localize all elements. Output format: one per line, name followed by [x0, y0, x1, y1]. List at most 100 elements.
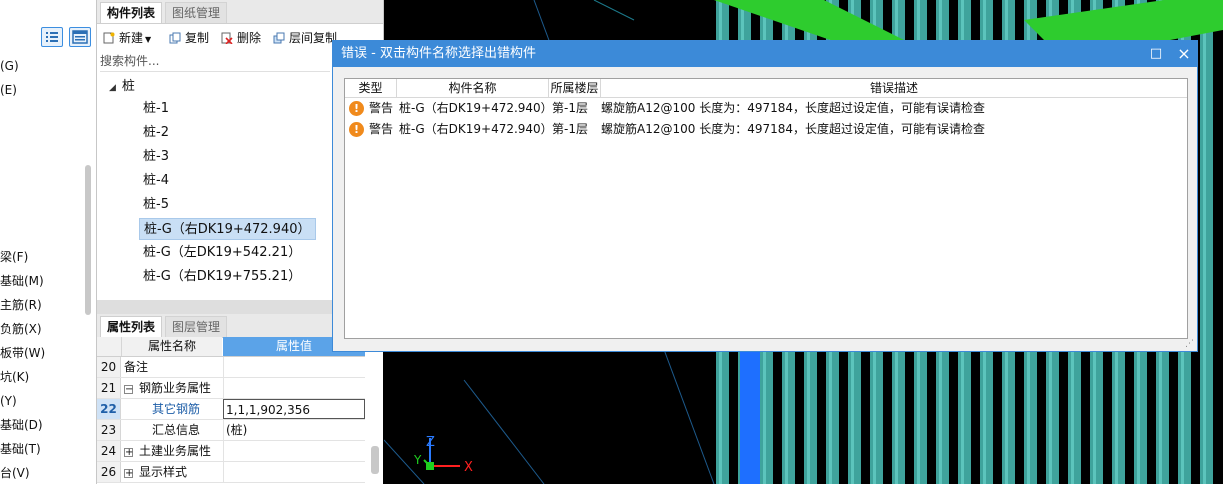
axis-origin	[426, 462, 434, 470]
close-button[interactable]: ×	[1175, 45, 1193, 63]
tree-item[interactable]: 桩-G（右DK19+755.21）	[143, 266, 301, 288]
dropdown-arrow-icon: ▼	[145, 35, 152, 44]
row-number: 26	[97, 462, 121, 482]
nav-item[interactable]: 基础(T)	[0, 439, 41, 459]
resize-grip-icon[interactable]: ⋰	[1185, 339, 1195, 349]
nav-item[interactable]: 基础(M)	[0, 271, 44, 291]
nav-item[interactable]: 坑(K)	[0, 367, 29, 387]
nav-item[interactable]: 主筋(R)	[0, 295, 42, 315]
tree-item[interactable]: 桩-4	[143, 170, 169, 192]
row-number: 23	[97, 420, 121, 440]
nav-item[interactable]: (E)	[0, 80, 17, 100]
component-search-input[interactable]: 搜索构件...	[100, 52, 330, 72]
tree-item[interactable]: 桩-3	[143, 146, 169, 168]
copy-icon	[169, 32, 181, 44]
collapse-toggle-icon[interactable]: −	[124, 385, 133, 395]
error-description: 螺旋筋A12@100 长度为：497184，长度超过设定值，可能有误请检查	[601, 122, 986, 136]
property-name: 备注	[124, 360, 149, 374]
column-header-floor[interactable]: 所属楼层	[549, 79, 601, 97]
warning-icon: !	[349, 101, 364, 116]
property-row[interactable]: 24 + 土建业务属性	[97, 441, 365, 462]
column-header-component[interactable]: 构件名称	[397, 79, 549, 97]
nav-item[interactable]: (G)	[0, 56, 19, 76]
grid-line	[463, 379, 545, 484]
axis-gizmo: Z X Y	[413, 435, 473, 475]
property-row-selected[interactable]: 22 其它钢筋 1,1,1,902,356	[97, 399, 365, 420]
nav-item[interactable]: 板带(W)	[0, 343, 45, 363]
property-value[interactable]: (桩)	[223, 420, 365, 440]
tab-layer-management[interactable]: 图层管理	[165, 316, 228, 337]
property-value[interactable]	[223, 357, 365, 377]
delete-button[interactable]: 删除	[221, 29, 261, 47]
property-row[interactable]: 21 − 钢筋业务属性	[97, 378, 365, 399]
error-component[interactable]: 桩-G（右DK19+472.940）	[399, 119, 553, 140]
maximize-icon: □	[1149, 46, 1163, 61]
copy-button[interactable]: 复制	[169, 29, 209, 47]
copy-label: 复制	[185, 31, 210, 45]
property-name-header[interactable]: 属性名称	[122, 337, 222, 356]
list-view-button[interactable]	[41, 27, 63, 47]
close-icon: ×	[1177, 44, 1191, 63]
error-component[interactable]: 桩-G（右DK19+472.940）	[399, 98, 553, 119]
detail-view-button[interactable]	[69, 27, 91, 47]
nav-item[interactable]: 基础(D)	[0, 415, 43, 435]
expand-toggle-icon[interactable]: +	[124, 448, 133, 458]
dialog-titlebar[interactable]: 错误 - 双击构件名称选择出错构件 □ ×	[333, 41, 1197, 67]
property-table-header: 属性名称 属性值	[97, 337, 365, 357]
property-row[interactable]: 20 备注	[97, 357, 365, 378]
delete-label: 删除	[237, 31, 262, 45]
property-value[interactable]	[223, 462, 365, 482]
pile-highlight	[1203, 0, 1206, 484]
detail-view-icon	[72, 30, 88, 44]
property-row[interactable]: 23 汇总信息 (桩)	[97, 420, 365, 441]
property-name: 钢筋业务属性	[139, 381, 212, 395]
tab-drawing-management[interactable]: 图纸管理	[165, 2, 228, 23]
nav-item[interactable]: 负筋(X)	[0, 319, 42, 339]
row-number: 22	[97, 399, 121, 419]
tree-item[interactable]: 桩-G（左DK19+542.21）	[143, 242, 301, 264]
tree-root-label: 桩	[121, 79, 135, 94]
new-label: 新建	[119, 31, 144, 45]
collapse-arrow-icon: ◢	[109, 83, 116, 93]
pile-column	[1200, 0, 1213, 484]
property-value-input[interactable]: 1,1,1,902,356	[223, 399, 365, 419]
tab-property-list[interactable]: 属性列表	[100, 316, 163, 337]
warning-icon: !	[349, 122, 364, 137]
error-list[interactable]: 类型 构件名称 所属楼层 错误描述 ! 警告 桩-G（右DK19+472.940…	[344, 78, 1188, 339]
new-icon	[103, 32, 115, 44]
error-floor: 第-1层	[552, 122, 588, 136]
expand-toggle-icon[interactable]: +	[124, 469, 133, 479]
nav-item[interactable]: (Y)	[0, 391, 17, 411]
dialog-title: 错误 - 双击构件名称选择出错构件	[341, 46, 536, 61]
maximize-button[interactable]: □	[1147, 45, 1165, 63]
list-view-icon	[46, 32, 58, 42]
floor-copy-button[interactable]: 层间复制	[273, 29, 337, 47]
column-header-type[interactable]: 类型	[345, 79, 397, 97]
property-row[interactable]: 26 + 显示样式	[97, 462, 365, 483]
property-name: 土建业务属性	[139, 444, 212, 458]
row-number: 24	[97, 441, 121, 461]
error-type: 警告	[369, 101, 394, 115]
tree-item[interactable]: 桩-1	[143, 98, 169, 120]
tree-item-selected[interactable]: 桩-G（右DK19+472.940）	[139, 218, 316, 240]
nav-item[interactable]: 台(V)	[0, 463, 30, 483]
tree-item[interactable]: 桩-5	[143, 194, 169, 216]
property-value[interactable]	[223, 378, 365, 398]
tree-item[interactable]: 桩-2	[143, 122, 169, 144]
property-scrollbar[interactable]	[371, 446, 379, 474]
error-row[interactable]: ! 警告 桩-G（右DK19+472.940） 第-1层 螺旋筋A12@100 …	[345, 119, 1187, 140]
error-dialog: 错误 - 双击构件名称选择出错构件 □ × 类型 构件名称 所属楼层 错误描述 …	[332, 40, 1198, 352]
nav-item[interactable]: 梁(F)	[0, 247, 28, 267]
property-name: 其它钢筋	[152, 402, 201, 416]
left-nav-panel: (G) (E) 梁(F) 基础(M) 主筋(R) 负筋(X) 板带(W) 坑(K…	[0, 0, 97, 484]
tree-root-pile[interactable]: ◢ 桩	[109, 76, 135, 98]
error-list-header: 类型 构件名称 所属楼层 错误描述	[345, 79, 1187, 98]
tab-component-list[interactable]: 构件列表	[100, 2, 163, 23]
property-value[interactable]	[223, 441, 365, 461]
new-button[interactable]: 新建 ▼	[103, 29, 151, 47]
error-floor: 第-1层	[552, 101, 588, 115]
axis-y-label: Y	[413, 453, 422, 467]
error-row[interactable]: ! 警告 桩-G（右DK19+472.940） 第-1层 螺旋筋A12@100 …	[345, 98, 1187, 119]
left-nav-scrollbar[interactable]	[85, 165, 91, 315]
column-header-description[interactable]: 错误描述	[601, 79, 1187, 97]
